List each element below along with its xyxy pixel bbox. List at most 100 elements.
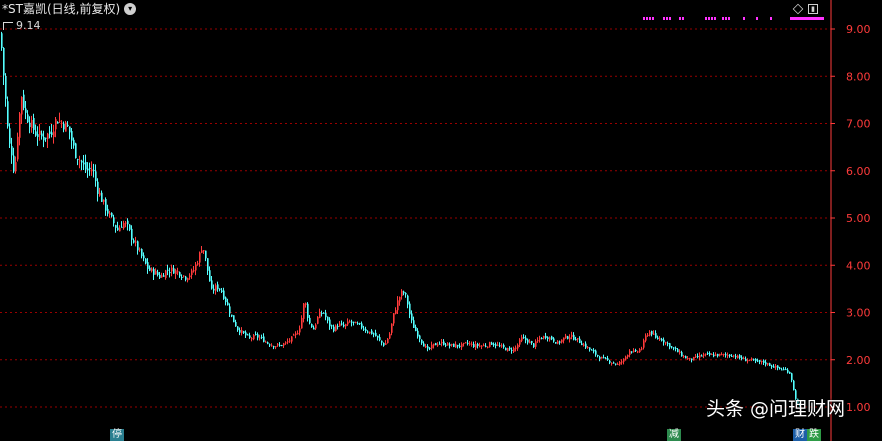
candle[interactable] [105,197,107,216]
candle[interactable] [389,332,391,340]
candle[interactable] [121,221,123,228]
candle[interactable] [171,264,173,277]
candle[interactable] [299,325,301,336]
candle[interactable] [557,340,559,345]
candle[interactable] [351,319,353,327]
candle[interactable] [455,341,457,348]
candle[interactable] [441,339,443,347]
candle[interactable] [461,342,463,351]
candle[interactable] [27,110,29,124]
candle[interactable] [717,353,719,358]
candle[interactable] [759,359,761,365]
candle[interactable] [357,321,359,325]
event-marker-reduce[interactable]: 减 [667,429,681,441]
candle[interactable] [149,265,151,272]
candle[interactable] [193,266,195,273]
candle[interactable] [29,116,31,134]
candle[interactable] [611,362,613,366]
candle[interactable] [99,187,101,197]
candle[interactable] [433,343,435,349]
candle[interactable] [269,343,271,347]
candle[interactable] [185,275,187,282]
candle[interactable] [487,346,489,349]
candle[interactable] [337,323,339,330]
panel-toggle-icon[interactable]: ▮ [808,4,818,14]
candle[interactable] [147,258,149,274]
candle[interactable] [585,341,587,349]
candle[interactable] [287,338,289,345]
candle[interactable] [541,337,543,340]
candle[interactable] [763,359,765,365]
candle[interactable] [409,301,411,319]
candle[interactable] [753,358,755,361]
candle[interactable] [167,264,169,276]
candle[interactable] [61,120,63,129]
candle[interactable] [65,120,67,132]
candle[interactable] [137,240,139,255]
candle[interactable] [655,330,657,339]
candle[interactable] [295,331,297,339]
candle[interactable] [387,338,389,344]
candle[interactable] [513,346,515,353]
candle[interactable] [701,354,703,357]
candle[interactable] [733,354,735,358]
candle[interactable] [501,343,503,348]
candle[interactable] [1,31,3,51]
candle[interactable] [789,371,791,374]
candle[interactable] [249,332,251,339]
candle[interactable] [649,330,651,337]
candle[interactable] [787,368,789,374]
candle[interactable] [553,337,555,343]
candle[interactable] [89,162,91,176]
candle[interactable] [377,335,379,341]
candle[interactable] [407,294,409,309]
candle[interactable] [93,163,95,178]
candle[interactable] [321,310,323,317]
candle[interactable] [311,323,313,328]
candle[interactable] [745,356,747,362]
candle[interactable] [711,353,713,356]
candle[interactable] [293,333,295,336]
candle[interactable] [231,314,233,318]
candle[interactable] [273,345,275,350]
candle[interactable] [543,335,545,340]
candle[interactable] [413,316,415,328]
candle[interactable] [283,342,285,348]
candle[interactable] [7,96,9,129]
candle[interactable] [773,364,775,368]
candle[interactable] [109,210,111,218]
candle[interactable] [371,329,373,335]
candle[interactable] [55,117,57,138]
candle[interactable] [559,340,561,345]
candle[interactable] [403,290,405,296]
candle[interactable] [71,128,73,150]
candle[interactable] [37,126,39,146]
candle[interactable] [779,366,781,370]
candle[interactable] [339,320,341,327]
candle[interactable] [319,308,321,319]
candle[interactable] [155,268,157,275]
candle[interactable] [587,346,589,349]
candle[interactable] [435,342,437,346]
candle[interactable] [199,251,201,267]
candle[interactable] [767,362,769,366]
candle[interactable] [647,333,649,337]
candle[interactable] [349,319,351,323]
candle[interactable] [347,318,349,326]
candle[interactable] [307,302,309,322]
candle[interactable] [777,365,779,371]
candle[interactable] [11,137,13,164]
candle[interactable] [251,337,253,342]
candle[interactable] [325,309,327,321]
candle[interactable] [545,332,547,340]
candle[interactable] [463,342,465,347]
candle[interactable] [447,342,449,346]
candle[interactable] [345,323,347,330]
candle[interactable] [583,342,585,347]
candle[interactable] [599,355,601,362]
candle[interactable] [229,303,231,318]
candle[interactable] [485,343,487,348]
event-marker-financial[interactable]: 财 [793,429,807,441]
candle[interactable] [135,236,137,247]
candle[interactable] [217,281,219,292]
